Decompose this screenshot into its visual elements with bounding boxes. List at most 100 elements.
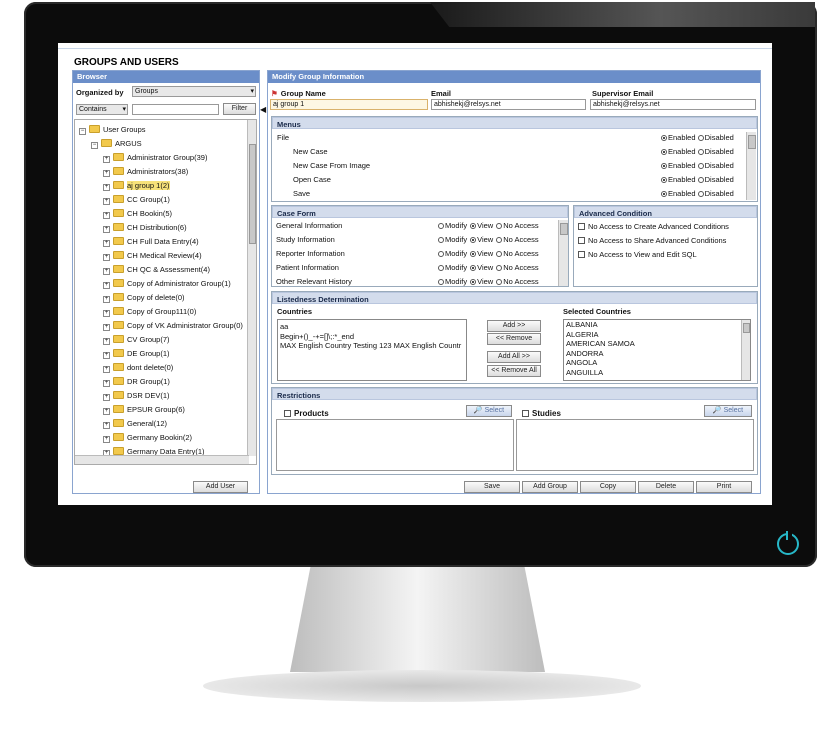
- save-button[interactable]: Save: [464, 481, 520, 493]
- copy-button[interactable]: Copy: [580, 481, 636, 493]
- expand-icon[interactable]: +: [103, 226, 110, 233]
- expand-icon[interactable]: +: [103, 324, 110, 331]
- scroll-thumb[interactable]: [249, 144, 256, 244]
- collapse-icon[interactable]: −: [91, 142, 98, 149]
- email-input[interactable]: abhishekj@relsys.net: [431, 99, 586, 110]
- tree-group-item[interactable]: + General(12): [103, 419, 167, 433]
- collapse-icon[interactable]: −: [79, 128, 86, 135]
- enabled-radio[interactable]: Enabled: [661, 147, 696, 156]
- tree-group-item[interactable]: + Copy of Group111(0): [103, 307, 196, 321]
- expand-icon[interactable]: +: [103, 296, 110, 303]
- selected-scrollbar[interactable]: [741, 320, 750, 380]
- contains-select[interactable]: Contains ▾: [76, 104, 128, 115]
- menus-scrollbar[interactable]: [746, 132, 756, 200]
- expand-icon[interactable]: +: [103, 184, 110, 191]
- tree-root[interactable]: − User Groups: [79, 125, 146, 139]
- tree-group-item[interactable]: + CH Full Data Entry(4): [103, 237, 199, 251]
- supervisor-email-input[interactable]: abhishekj@relsys.net: [590, 99, 756, 110]
- products-list[interactable]: [276, 419, 514, 471]
- add-all-button[interactable]: Add All >>: [487, 351, 541, 363]
- add-button[interactable]: Add >>: [487, 320, 541, 332]
- tree-group-item[interactable]: + CV Group(7): [103, 335, 170, 349]
- advanced-checkbox[interactable]: No Access to Create Advanced Conditions: [578, 222, 729, 231]
- filter-input[interactable]: [132, 104, 219, 115]
- expand-icon[interactable]: +: [103, 436, 110, 443]
- studies-list[interactable]: [516, 419, 754, 471]
- expand-icon[interactable]: +: [103, 240, 110, 247]
- list-item[interactable]: ANGUILLA: [564, 368, 750, 378]
- tree-group-item[interactable]: + Copy of delete(0): [103, 293, 185, 307]
- add-group-button[interactable]: Add Group: [522, 481, 578, 493]
- list-item[interactable]: ALGERIA: [564, 330, 750, 340]
- advanced-checkbox[interactable]: No Access to Share Advanced Conditions: [578, 236, 726, 245]
- expand-icon[interactable]: +: [103, 212, 110, 219]
- list-item[interactable]: ANGOLA: [564, 358, 750, 368]
- tree-group-item[interactable]: + CH QC & Assessment(4): [103, 265, 210, 279]
- enabled-radio[interactable]: Enabled: [661, 175, 696, 184]
- view-radio[interactable]: View: [470, 263, 493, 272]
- remove-all-button[interactable]: << Remove All: [487, 365, 541, 377]
- enabled-radio[interactable]: Enabled: [661, 161, 696, 170]
- case-form-scrollbar[interactable]: [558, 220, 568, 286]
- tree-group-item[interactable]: + DR Group(1): [103, 377, 170, 391]
- scroll-thumb[interactable]: [743, 323, 750, 333]
- no-access-radio[interactable]: No Access: [496, 235, 539, 244]
- tree-group-item[interactable]: + CC Group(1): [103, 195, 170, 209]
- tree-group-item[interactable]: + EPSUR Group(6): [103, 405, 185, 419]
- expand-icon[interactable]: +: [103, 254, 110, 261]
- disabled-radio[interactable]: Disabled: [697, 161, 734, 170]
- view-radio[interactable]: View: [470, 235, 493, 244]
- modify-radio[interactable]: Modify: [438, 235, 467, 244]
- filter-button[interactable]: Filter: [223, 103, 256, 115]
- organized-by-select[interactable]: Groups ▾: [132, 86, 256, 97]
- countries-listbox[interactable]: aa Begin+()_-+=[]\;:*_end MAX English Coun…: [277, 319, 467, 381]
- tree-group-item[interactable]: + dont delete(0): [103, 363, 173, 377]
- list-item[interactable]: MAX English Country Testing 123 MAX Engl…: [278, 341, 466, 351]
- tree-group-item[interactable]: + CH Distribution(6): [103, 223, 187, 237]
- modify-radio[interactable]: Modify: [438, 277, 467, 286]
- list-item[interactable]: ANDORRA: [564, 349, 750, 359]
- remove-button[interactable]: << Remove: [487, 333, 541, 345]
- no-access-radio[interactable]: No Access: [496, 221, 539, 230]
- expand-icon[interactable]: +: [103, 366, 110, 373]
- view-radio[interactable]: View: [470, 249, 493, 258]
- expand-icon[interactable]: +: [103, 338, 110, 345]
- disabled-radio[interactable]: Disabled: [697, 147, 734, 156]
- expand-icon[interactable]: +: [103, 380, 110, 387]
- enabled-radio[interactable]: Enabled: [661, 133, 696, 142]
- expand-icon[interactable]: +: [103, 282, 110, 289]
- power-icon[interactable]: [777, 531, 799, 555]
- no-access-radio[interactable]: No Access: [496, 277, 539, 286]
- expand-icon[interactable]: +: [103, 464, 110, 465]
- no-access-radio[interactable]: No Access: [496, 263, 539, 272]
- disabled-radio[interactable]: Disabled: [697, 189, 734, 198]
- tree-group-item[interactable]: + DE Group(1): [103, 349, 170, 363]
- collapse-arrow-icon[interactable]: ◀: [260, 105, 266, 114]
- tree-group-item[interactable]: + Germany Bookin(2): [103, 433, 192, 447]
- tree-group-item[interactable]: + Copy of Administrator Group(1): [103, 279, 231, 293]
- expand-icon[interactable]: +: [103, 310, 110, 317]
- advanced-checkbox[interactable]: No Access to View and Edit SQL: [578, 250, 697, 259]
- expand-icon[interactable]: +: [103, 156, 110, 163]
- tree-scrollbar[interactable]: [247, 120, 256, 456]
- expand-icon[interactable]: +: [103, 198, 110, 205]
- list-item[interactable]: AMERICAN SAMOA: [564, 339, 750, 349]
- products-checkbox[interactable]: Products: [284, 409, 329, 418]
- expand-icon[interactable]: +: [103, 352, 110, 359]
- list-item[interactable]: aa: [278, 322, 466, 332]
- tree-group-item[interactable]: + Copy of VK Administrator Group(0): [103, 321, 243, 335]
- view-radio[interactable]: View: [470, 277, 493, 286]
- add-user-button[interactable]: Add User: [193, 481, 248, 493]
- tree-group-item[interactable]: + aj group 1(2): [103, 181, 170, 195]
- disabled-radio[interactable]: Disabled: [697, 133, 734, 142]
- tree-group-item[interactable]: + CH Medical Review(4): [103, 251, 202, 265]
- modify-radio[interactable]: Modify: [438, 249, 467, 258]
- tree-hscrollbar[interactable]: [75, 455, 249, 464]
- studies-select-button[interactable]: 🔎 Select: [704, 405, 752, 417]
- tree-group-item[interactable]: + Administrators(38): [103, 167, 188, 181]
- expand-icon[interactable]: +: [103, 408, 110, 415]
- scroll-thumb[interactable]: [748, 135, 756, 149]
- enabled-radio[interactable]: Enabled: [661, 189, 696, 198]
- tree-node-argus[interactable]: − ARGUS: [91, 139, 142, 153]
- list-item[interactable]: ALBANIA: [564, 320, 750, 330]
